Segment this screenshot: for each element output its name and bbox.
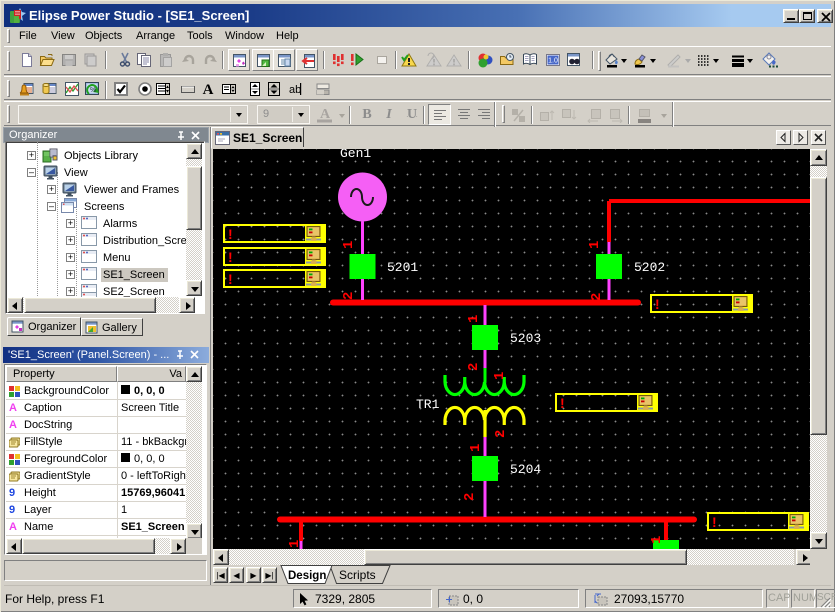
svg-text:1: 1 (492, 372, 508, 380)
svg-text:Gen1: Gen1 (340, 149, 371, 161)
svg-text:A: A (203, 82, 214, 97)
svg-text:2: 2 (589, 293, 605, 301)
svg-text:5204: 5204 (510, 462, 541, 477)
svg-text:Design: Design (288, 570, 326, 582)
svg-text:2: 2 (462, 493, 478, 501)
svg-text:2: 2 (466, 363, 482, 371)
svg-text:1.0: 1.0 (548, 58, 558, 65)
svg-text:2: 2 (341, 292, 357, 300)
svg-text:1: 1 (649, 536, 665, 544)
svg-text:5203: 5203 (510, 331, 541, 346)
svg-text:5202: 5202 (634, 260, 665, 275)
svg-text:2: 2 (493, 430, 509, 438)
svg-text:1: 1 (287, 540, 303, 548)
svg-text:ab: ab (289, 84, 301, 96)
svg-text:TR1: TR1 (416, 397, 440, 412)
svg-text:1: 1 (587, 241, 603, 249)
svg-text:1: 1 (341, 241, 357, 249)
svg-text:1: 1 (468, 444, 484, 452)
svg-text:%: % (90, 87, 96, 94)
svg-text:5201: 5201 (387, 260, 418, 275)
svg-text:1: 1 (466, 315, 482, 323)
svg-text:Scripts: Scripts (339, 568, 376, 582)
